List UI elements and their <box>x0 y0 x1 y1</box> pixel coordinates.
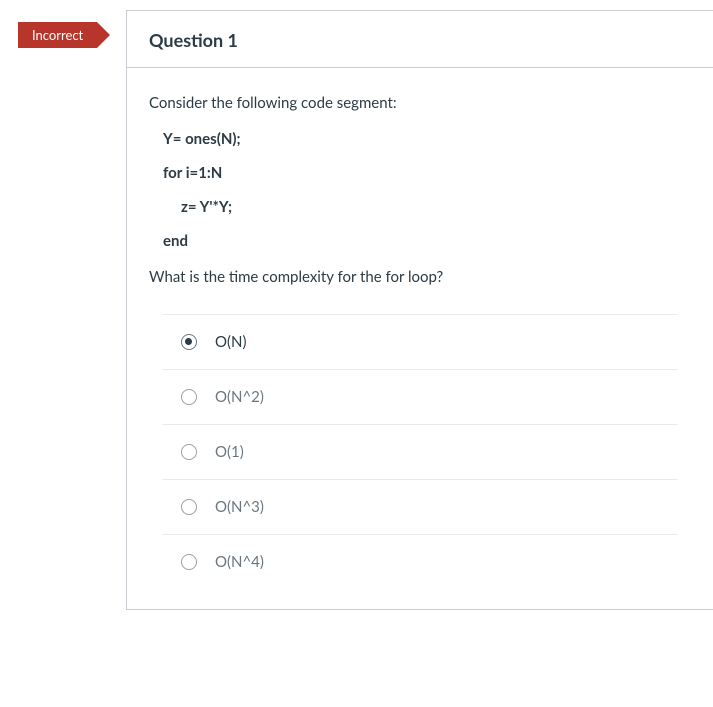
code-line: z= Y'*Y; <box>181 198 691 216</box>
answer-label: O(N) <box>215 333 246 351</box>
prompt-followup: What is the time complexity for the for … <box>149 268 691 286</box>
code-line: Y= ones(N); <box>163 130 691 148</box>
answer-option[interactable]: O(N^4) <box>163 534 677 589</box>
radio-icon <box>181 444 197 460</box>
answer-option[interactable]: O(N^2) <box>163 369 677 424</box>
answer-option[interactable]: O(N) <box>163 314 677 369</box>
radio-icon <box>181 499 197 515</box>
status-badge: Incorrect <box>18 22 97 48</box>
answer-list: O(N) O(N^2) O(1) O(N^3) O(N^4) <box>163 314 677 589</box>
answer-label: O(N^2) <box>215 388 264 406</box>
prompt-intro: Consider the following code segment: <box>149 94 691 112</box>
answer-option[interactable]: O(1) <box>163 424 677 479</box>
code-line: for i=1:N <box>163 164 691 182</box>
code-block: Y= ones(N); for i=1:N z= Y'*Y; end <box>159 130 691 250</box>
radio-icon <box>181 389 197 405</box>
question-body: Consider the following code segment: Y= … <box>127 68 713 609</box>
question-card: Question 1 Consider the following code s… <box>126 10 713 610</box>
question-title: Question 1 <box>149 29 691 51</box>
answer-label: O(N^4) <box>215 553 264 571</box>
status-badge-text: Incorrect <box>32 28 83 42</box>
radio-icon <box>181 334 197 350</box>
radio-icon <box>181 554 197 570</box>
answer-label: O(1) <box>215 443 244 461</box>
question-header: Question 1 <box>127 11 713 68</box>
code-line: end <box>163 232 691 250</box>
answer-label: O(N^3) <box>215 498 264 516</box>
answer-option[interactable]: O(N^3) <box>163 479 677 534</box>
